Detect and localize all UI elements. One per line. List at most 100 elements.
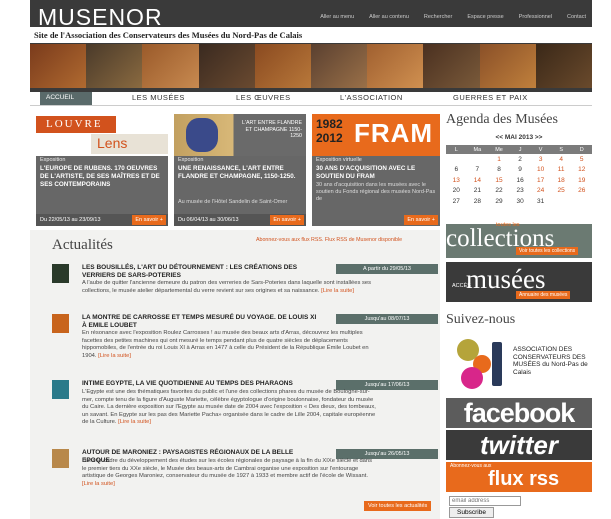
calendar-day	[571, 196, 592, 207]
feature-more-button[interactable]: En savoir +	[132, 215, 166, 225]
topnav-contact-link[interactable]: Contact	[567, 14, 586, 20]
calendar-day[interactable]: 25	[551, 186, 572, 197]
rss-subscribe-label: Abonnez-vous aux	[450, 463, 492, 469]
site-subtitle: Site de l'Association des Conservateurs …	[30, 27, 592, 43]
twitter-link[interactable]: twitter	[446, 430, 592, 460]
collections-toutes-label: toutes les	[496, 222, 520, 228]
calendar-day[interactable]: 4	[551, 154, 572, 165]
calendar-day[interactable]: 22	[488, 186, 510, 197]
feature-kind: Exposition	[178, 157, 204, 163]
calendar-day[interactable]: 2	[510, 154, 531, 165]
calendar-day[interactable]: 15	[488, 175, 510, 186]
feature-kind: Exposition virtuelle	[316, 157, 362, 163]
calendar-day[interactable]: 28	[467, 196, 489, 207]
news-thumbnail[interactable]	[52, 264, 69, 283]
calendar-day[interactable]: 20	[446, 186, 467, 197]
news-thumbnail[interactable]	[52, 314, 69, 333]
calendar-day-header: Me	[488, 145, 510, 154]
calendar-day[interactable]: 13	[446, 175, 467, 186]
nav-guerres-et-paix[interactable]: GUERRES ET PAIX	[453, 93, 528, 102]
follow-us-title: Suivez-nous	[446, 312, 516, 327]
calendar-day	[446, 154, 467, 165]
topnav-content-link[interactable]: Aller au contenu	[369, 14, 409, 20]
feature-card-louvre-lens[interactable]: LOUVRE Lens Exposition L'EUROPE DE RUBEN…	[36, 114, 168, 226]
feature-more-button[interactable]: En savoir +	[404, 215, 438, 225]
nav-musees[interactable]: LES MUSÉES	[132, 93, 185, 102]
all-collections-button[interactable]: Voir toutes les collections	[516, 247, 579, 255]
calendar-day[interactable]: 14	[467, 175, 489, 186]
nav-association[interactable]: L'ASSOCIATION	[340, 93, 403, 102]
agenda-month-nav[interactable]: << MAI 2013 >>	[446, 134, 592, 141]
acm-logo-icon[interactable]	[448, 334, 510, 392]
calendar-day[interactable]: 30	[510, 196, 531, 207]
newsletter-email-input[interactable]	[449, 496, 521, 506]
calendar-day[interactable]: 6	[446, 165, 467, 176]
renaissance-image: L'ART ENTRE FLANDRE ET CHAMPAGNE 1150-12…	[174, 114, 306, 156]
read-more-link[interactable]: [Lire la suite]	[82, 481, 115, 487]
calendar-day	[467, 154, 489, 165]
calendar-day[interactable]: 3	[530, 154, 551, 165]
rss-subscribe-link[interactable]: Abonnez-vous aux flux RSS. Flux RSS de M…	[256, 237, 402, 243]
news-item: LA MONTRE DE CARROSSE ET TEMPS MESURÉ DU…	[52, 314, 438, 376]
calendar-day[interactable]: 10	[530, 165, 551, 176]
calendar-day-header: Ma	[466, 145, 489, 154]
calendar-day[interactable]: 16	[510, 175, 531, 186]
calendar-day[interactable]: 31	[530, 196, 551, 207]
calendar-day[interactable]: 21	[467, 186, 489, 197]
calendar-day[interactable]: 8	[488, 165, 510, 176]
calendar-day-header: L	[446, 145, 467, 154]
feature-title[interactable]: UNE RENAISSANCE, L'ART ENTRE FLANDRE ET …	[178, 165, 302, 181]
feature-title[interactable]: 30 ANS D'ACQUISITION AVEC LE SOUTIEN DU …	[316, 165, 436, 181]
topnav-search-link[interactable]: Rechercher	[424, 14, 452, 20]
calendar-day[interactable]: 27	[446, 196, 467, 207]
acm-association-name: ASSOCIATION DES CONSERVATEURS DES MUSÉES…	[513, 346, 588, 376]
news-item: AUTOUR DE MARONIEZ : PAYSAGISTES RÉGIONA…	[52, 449, 438, 499]
news-thumbnail[interactable]	[52, 380, 69, 399]
calendar-day[interactable]: 5	[571, 154, 592, 165]
topnav-pro-link[interactable]: Professionnel	[519, 14, 552, 20]
calendar-day[interactable]: 11	[551, 165, 572, 176]
calendar-day[interactable]: 29	[488, 196, 510, 207]
all-news-button[interactable]: Voir toutes les actualités	[364, 501, 432, 511]
topnav-press-link[interactable]: Espace presse	[467, 14, 503, 20]
read-more-link[interactable]: [Lire la suite]	[98, 353, 131, 359]
calendar-day-header: D	[571, 145, 592, 154]
louvre-lens-logo: LOUVRE Lens	[36, 114, 168, 156]
news-item-title[interactable]: INTIME EGYPTE, LA VIE QUOTIDIENNE AU TEM…	[82, 380, 322, 388]
top-nav: Aller au menu Aller au contenu Recherche…	[320, 14, 586, 20]
news-item-title[interactable]: LA MONTRE DE CARROSSE ET TEMPS MESURÉ DU…	[82, 314, 322, 329]
feature-card-fram[interactable]: 1982 2012 FRAM Exposition virtuelle 30 A…	[312, 114, 440, 226]
calendar-day[interactable]: 24	[530, 186, 551, 197]
calendar-day-header: S	[550, 145, 572, 154]
calendar-day[interactable]: 17	[530, 175, 551, 186]
facebook-link[interactable]: facebook	[446, 398, 592, 428]
topnav-menu-link[interactable]: Aller au menu	[320, 14, 354, 20]
feature-card-renaissance[interactable]: L'ART ENTRE FLANDRE ET CHAMPAGNE 1150-12…	[174, 114, 306, 226]
feature-title[interactable]: L'EUROPE DE RUBENS. 170 OEUVRES DE L'ART…	[40, 165, 164, 189]
main-nav: ACCUEIL LES MUSÉES LES ŒUVRES L'ASSOCIAT…	[30, 92, 592, 106]
news-date-tag: A partir du 29/05/13	[336, 264, 438, 274]
calendar-day[interactable]: 23	[510, 186, 531, 197]
feature-more-button[interactable]: En savoir +	[270, 215, 304, 225]
news-thumbnail[interactable]	[52, 449, 69, 468]
feature-kind: Exposition	[40, 157, 66, 163]
calendar-day[interactable]: 19	[571, 175, 592, 186]
news-item-body: En résonance avec l'exposition Roulez Ca…	[82, 330, 369, 359]
news-item-title[interactable]: LES BOUSILLÉS, L'ART DU DÉTOURNEMENT : L…	[82, 264, 322, 279]
museum-directory-button[interactable]: Annuaire des musées	[516, 291, 571, 299]
newsletter-subscribe-button[interactable]: Subscribe	[449, 507, 494, 518]
nav-accueil[interactable]: ACCUEIL	[40, 92, 92, 105]
calendar-day[interactable]: 26	[571, 186, 592, 197]
calendar-day[interactable]: 18	[551, 175, 572, 186]
calendar-day[interactable]: 9	[510, 165, 531, 176]
nav-oeuvres[interactable]: LES ŒUVRES	[236, 93, 291, 102]
read-more-link[interactable]: [Lire la suite]	[118, 419, 151, 425]
calendar-day-header: V	[530, 145, 551, 154]
news-item: INTIME EGYPTE, LA VIE QUOTIDIENNE AU TEM…	[52, 380, 438, 442]
read-more-link[interactable]: [Lire la suite]	[321, 288, 354, 294]
calendar-day[interactable]: 1	[488, 154, 510, 165]
museums-acces-label: ACCÈS	[452, 283, 471, 289]
calendar-day[interactable]: 12	[571, 165, 592, 176]
feature-body: Au musée de l'Hôtel Sandelin de Saint-Om…	[178, 199, 288, 205]
calendar-day[interactable]: 7	[467, 165, 489, 176]
